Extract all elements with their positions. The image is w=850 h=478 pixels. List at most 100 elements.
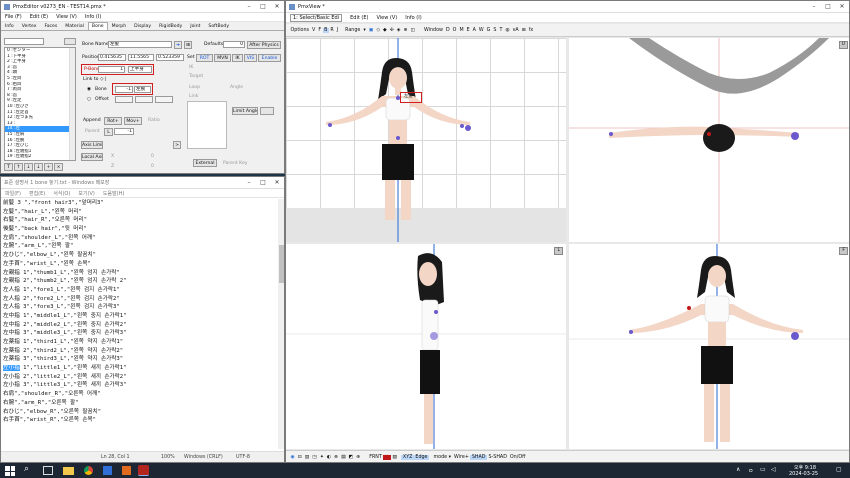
view-menu-view[interactable]: View (V) (372, 15, 401, 21)
bottom-tool-icon-9[interactable]: ◩ (347, 455, 355, 460)
viewport-front[interactable]: F (569, 244, 849, 449)
bottom-tool-icon-2[interactable]: ⊡ (296, 455, 303, 460)
limit-angle-extra-button[interactable] (260, 107, 274, 115)
tool-icon-2[interactable]: ◇ (375, 28, 382, 33)
link-bone-radio[interactable]: ◉ (87, 87, 91, 93)
bottom-tool-icon-10[interactable]: ⊕ (355, 455, 362, 460)
on-off-button[interactable]: On/Off (508, 455, 527, 460)
app-icon-blue[interactable] (103, 466, 112, 475)
notepad-line[interactable]: 左親指 1","thumb1_L","왼쪽 엄지 손가락" (1, 269, 278, 278)
bottom-tool-icon-8[interactable]: ▤ (340, 455, 348, 460)
notepad-menu-view[interactable]: 보기(V) (74, 190, 99, 197)
tree-scrollbar[interactable] (69, 48, 75, 160)
globe-icon[interactable]: ◍ (504, 28, 511, 33)
notepad-scrollbar[interactable] (278, 199, 284, 449)
notepad-line[interactable]: 左薬指 2","third2_L","왼쪽 약지 손가락2" (1, 347, 278, 356)
flag-mvn-button[interactable]: MVN (214, 54, 231, 62)
xyz-button[interactable]: XYZ (401, 454, 414, 460)
window-m-button[interactable]: M (458, 28, 465, 33)
limit-angle-button[interactable]: Limit Angle (232, 107, 258, 115)
edge-button[interactable]: Edge (413, 454, 429, 460)
bone-filter-button[interactable] (64, 38, 76, 45)
local-axis-button[interactable]: Local Axis (81, 153, 103, 161)
front-button[interactable]: FRNT (368, 455, 384, 460)
defaults-field[interactable]: 0 (223, 41, 245, 48)
notepad-menu-help[interactable]: 도움말(H) (99, 190, 128, 197)
color-swatch-icon[interactable]: ▨ (391, 455, 399, 460)
bone-name-field[interactable]: 左髪 (108, 41, 172, 48)
tree-footer-button[interactable]: × (54, 163, 63, 171)
tree-footer-button[interactable]: ↓ (34, 163, 43, 171)
mode-dropdown[interactable]: mode ▾ (432, 455, 453, 460)
position-z-field[interactable]: 0.523359 (156, 54, 184, 61)
external-button[interactable]: External (193, 159, 217, 167)
viewport-f-badge[interactable]: F (839, 247, 848, 255)
notepad-line[interactable]: 右腕","arm_R","오른쪽 팔" (1, 399, 278, 408)
notepad-close-icon[interactable]: ✕ (270, 177, 284, 189)
notepad-scroll-thumb[interactable] (279, 245, 284, 283)
tree-footer-button[interactable]: ↓ (24, 163, 33, 171)
pmxview-close-icon[interactable]: ✕ (835, 1, 849, 13)
flag-enable-button[interactable]: Enable (258, 54, 281, 62)
bottom-tool-icon-1[interactable]: ◉ (289, 455, 296, 460)
bone-tree-item[interactable]: 20 :左人指1 (5, 160, 75, 161)
append-rot-button[interactable]: Rot+ (104, 117, 122, 125)
notepad-line[interactable]: 左薬指 1","third1_L","왼쪽 약지 손가락1" (1, 338, 278, 347)
offset-z-field[interactable] (155, 96, 173, 103)
minimize-icon[interactable]: – (242, 1, 256, 13)
notepad-maximize-icon[interactable]: □ (256, 177, 270, 189)
va-button[interactable]: vA (511, 28, 520, 33)
tab-material[interactable]: Material (61, 22, 88, 30)
notepad-line[interactable]: 左人指 1","fore1_L","왼쪽 검지 손가락1" (1, 286, 278, 295)
bone-name-arrow-button[interactable]: ➔ (174, 41, 182, 49)
notepad-line[interactable]: 左小指 1","little1_L","왼쪽 새끼 손가락1" (1, 364, 278, 373)
range-label[interactable]: Range (344, 28, 362, 33)
after-physics-button[interactable]: After Physics (247, 41, 281, 49)
viewport-left[interactable]: L (286, 244, 566, 449)
color-swatch-red-icon[interactable]: ■ (383, 454, 391, 460)
notepad-line[interactable]: 左小指 2","little2_L","왼쪽 새끼 손가락2" (1, 373, 278, 382)
flag-vis-button[interactable]: VIS (244, 54, 257, 62)
notepad-line[interactable]: 左中指 2","middle2_L","왼쪽 중지 손가락2" (1, 321, 278, 330)
axis-limit-arrow[interactable]: > (173, 141, 181, 149)
notepad-menu-file[interactable]: 파일(F) (1, 190, 25, 197)
parent-l-button[interactable]: L (104, 128, 113, 136)
option-j-button[interactable]: J (335, 28, 339, 33)
close-icon[interactable]: ✕ (270, 1, 284, 13)
append-mov-button[interactable]: Mov+ (124, 117, 142, 125)
notepad-titlebar[interactable]: 표준 설명서 1 bone 놓기.txt - Windows 메모장 – □ ✕ (1, 177, 284, 189)
select-mode-combo[interactable]: 1: Select/Basic Edi (290, 13, 343, 22)
language-indicator[interactable]: ㅇ (748, 466, 754, 475)
tab-info[interactable]: Info (1, 22, 18, 30)
tab-softbody[interactable]: SoftBody (204, 22, 233, 30)
notepad-line[interactable]: 左人指 3","fore3_L","왼쪽 검지 손가락3" (1, 303, 278, 312)
notepad-line[interactable]: 後髪","back hair","뒷 머리" (1, 225, 278, 234)
tab-joint[interactable]: Joint (186, 22, 204, 30)
axis-limit-button[interactable]: Axis Limit (81, 141, 103, 149)
notepad-line[interactable]: 左髪","hair_L","왼쪽 머리" (1, 208, 278, 217)
notification-icon[interactable]: ▢ (836, 466, 842, 473)
tab-bone[interactable]: Bone (87, 22, 108, 30)
offset-y-field[interactable] (135, 96, 153, 103)
tab-vertex[interactable]: Vertex (18, 22, 41, 30)
bottom-tool-icon-5[interactable]: ✦ (318, 455, 325, 460)
window-g-button[interactable]: G (485, 28, 492, 33)
bottom-tool-icon-4[interactable]: ◳ (311, 455, 319, 460)
tab-morph[interactable]: Morph (108, 22, 131, 30)
tool-icon-7[interactable]: ◫ (409, 28, 417, 33)
window-d-button[interactable]: D (444, 28, 451, 33)
position-y-field[interactable]: 11.5565 (128, 54, 154, 61)
tree-footer-button[interactable]: ↑ (14, 163, 23, 171)
link-offset-radio[interactable]: ○ (87, 97, 91, 103)
menu-file[interactable]: File (F) (1, 14, 26, 20)
flag-rot-button[interactable]: ROT (196, 54, 213, 62)
bone-filter-input[interactable] (4, 38, 44, 45)
view-menu-edit[interactable]: Edit (E) (346, 15, 372, 21)
offset-x-field[interactable] (115, 96, 133, 103)
menu-view[interactable]: View (V) (52, 14, 81, 20)
wire-button[interactable]: Wire+ (453, 455, 471, 460)
notepad-minimize-icon[interactable]: – (242, 177, 256, 189)
viewport-perspective[interactable]: 左髪 (286, 38, 566, 242)
parent-bone-index[interactable]: 1 (98, 66, 125, 73)
search-icon[interactable]: ⌕ (24, 464, 29, 474)
